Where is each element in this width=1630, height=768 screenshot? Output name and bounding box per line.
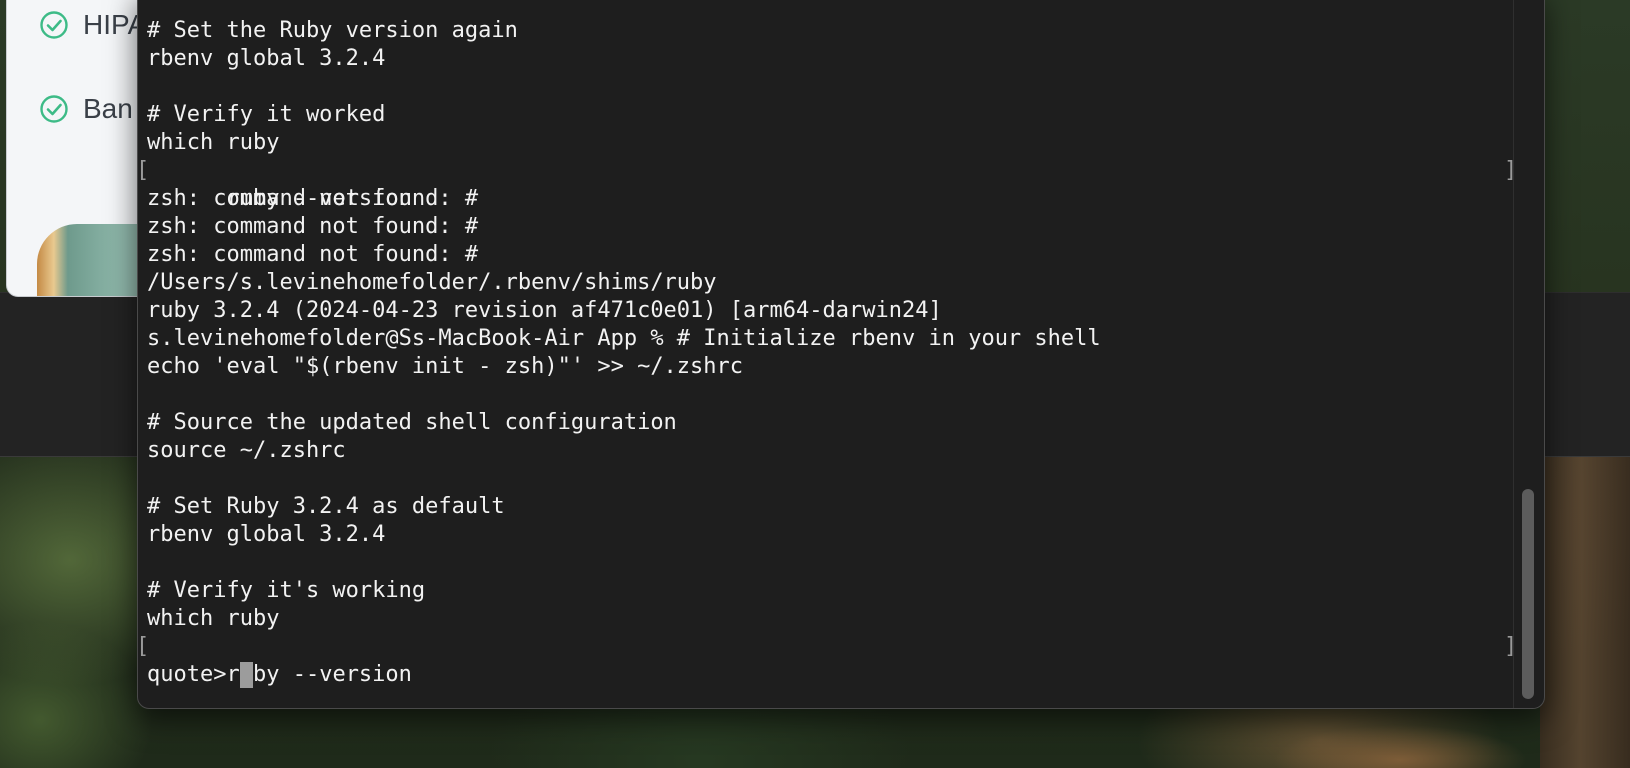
background-app-window[interactable]: HIPA Ban — [6, 0, 158, 297]
terminal-line-text: # Source the updated shell configuration — [147, 410, 677, 435]
check-circle-icon — [40, 11, 68, 39]
terminal-prompt: quote> — [147, 662, 227, 687]
terminal-line-text: ruby 3.2.4 (2024-04-23 revision af471c0e… — [147, 298, 942, 323]
terminal-line: # Verify it's working — [147, 577, 1507, 605]
background-app-item-hipaa: HIPA — [39, 7, 146, 43]
terminal-line: ruby 3.2.4 (2024-04-23 revision af471c0e… — [147, 297, 1507, 325]
terminal-line: zsh: command not found: # — [147, 185, 1507, 213]
wallpaper-tree-root — [1200, 700, 1560, 768]
terminal-line: # Set the Ruby version again — [147, 17, 1507, 45]
terminal-line: zsh: command not found: # — [147, 241, 1507, 269]
terminal-line: rbenv global 3.2.4 — [147, 45, 1507, 73]
mark-bracket-left: [ — [137, 158, 150, 183]
terminal-line-text: zsh: command not found: # — [147, 214, 479, 239]
terminal-line-text: which ruby — [147, 130, 280, 155]
terminal-line-text: # Set Ruby 3.2.4 as default — [147, 494, 505, 519]
terminal-scrollbar-thumb[interactable] — [1522, 489, 1534, 699]
check-circle-icon — [40, 95, 68, 123]
background-app-item-ban: Ban — [39, 91, 133, 127]
terminal-line: echo 'eval "$(rbenv init - zsh)"' >> ~/.… — [147, 353, 1507, 381]
terminal-line: source ~/.zshrc — [147, 437, 1507, 465]
terminal-line-text: which ruby — [147, 606, 280, 631]
background-app-item-label: Ban — [83, 93, 133, 124]
terminal-scrollbar[interactable] — [1513, 0, 1540, 708]
terminal-line-marked: [ruby --version] — [138, 633, 1517, 687]
terminal-prompt-line[interactable]: quote> — [147, 661, 1507, 689]
terminal-line: # Source the updated shell configuration — [147, 409, 1507, 437]
terminal-line-text: echo 'eval "$(rbenv init - zsh)"' >> ~/.… — [147, 354, 744, 379]
terminal-line-text: rbenv global 3.2.4 — [147, 46, 386, 71]
terminal-line-text: zsh: command not found: # — [147, 242, 479, 267]
terminal-line-marked: [ruby --version] — [138, 157, 1517, 211]
terminal-line-text: # Set the Ruby version again — [147, 18, 518, 43]
terminal-line-text: zsh: command not found: # — [147, 186, 479, 211]
terminal-cursor[interactable] — [240, 662, 254, 688]
terminal-window[interactable]: # Set the Ruby version again rbenv globa… — [137, 0, 1545, 709]
terminal-line-text: rbenv global 3.2.4 — [147, 522, 386, 547]
terminal-line-text: s.levinehomefolder@Ss-MacBook-Air App % … — [147, 326, 1101, 351]
terminal-line: s.levinehomefolder@Ss-MacBook-Air App % … — [147, 325, 1507, 353]
terminal-line: # Verify it worked — [147, 101, 1507, 129]
mark-bracket-left: [ — [137, 634, 150, 659]
terminal-line-text: /Users/s.levinehomefolder/.rbenv/shims/r… — [147, 270, 717, 295]
terminal-line-text: source ~/.zshrc — [147, 438, 346, 463]
terminal-line: which ruby — [147, 605, 1507, 633]
terminal-line: # Set Ruby 3.2.4 as default — [147, 493, 1507, 521]
terminal-line-text: # Verify it worked — [147, 102, 386, 127]
terminal-line: which ruby — [147, 129, 1507, 157]
terminal-output[interactable]: # Set the Ruby version again rbenv globa… — [138, 17, 1517, 689]
terminal-line: rbenv global 3.2.4 — [147, 521, 1507, 549]
terminal-line: /Users/s.levinehomefolder/.rbenv/shims/r… — [147, 269, 1507, 297]
terminal-line: zsh: command not found: # — [147, 213, 1507, 241]
terminal-line-text: # Verify it's working — [147, 578, 426, 603]
